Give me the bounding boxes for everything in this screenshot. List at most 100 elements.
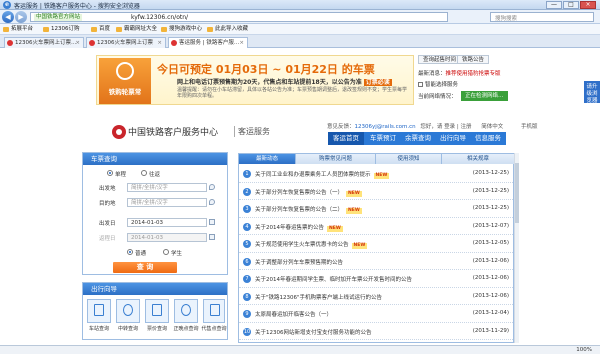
location-pin-icon[interactable]: [209, 199, 215, 205]
calendar-icon[interactable]: [209, 219, 215, 225]
promo-banner[interactable]: 铁购轮票常 今日可预定 01月03日 ~ 01月22日 的车票 网上和电话订票预…: [96, 55, 414, 105]
depart-date-input[interactable]: 2014-01-03: [127, 218, 207, 227]
tab-usage-notes[interactable]: 使用须知: [376, 154, 442, 164]
student-ticket-radio[interactable]: [163, 249, 169, 255]
favorite-item[interactable]: 搜狗游戏中心: [160, 25, 202, 34]
site-brand[interactable]: 中国铁路客户服务中心: [128, 125, 218, 138]
announcement-title-wrap[interactable]: 关于规范使用学生火车票优惠卡的公告 NEW: [255, 240, 368, 249]
announcement-title-wrap[interactable]: 关于12306网站新增支付宝支付服务功能的公告: [255, 328, 372, 336]
address-bar[interactable]: 中国铁路官方网站 kyfw.12306.cn/otn/: [30, 12, 448, 22]
agency-query-icon[interactable]: [203, 299, 225, 323]
search-placeholder: 搜狗搜索: [495, 16, 518, 22]
announcement-title-wrap[interactable]: 关于2014年春运期间学生票、临时加开车票公开发售时间的公告: [255, 275, 412, 283]
zoom-level[interactable]: 100%: [576, 347, 592, 353]
maximize-button[interactable]: □: [563, 1, 579, 9]
announcement-title-wrap[interactable]: 关于同工业业和办退票乘务工人员团体票的提示 NEW: [255, 170, 390, 179]
browser-tab[interactable]: 12306火车票网上订票 ×: [86, 37, 166, 48]
announcement-row[interactable]: 7 关于2014年春运期间学生票、临时加开车票公开发售时间的公告 (2013-12-…: [239, 272, 515, 288]
announcement-row[interactable]: 4 关于2014年春运售票的公告 NEW (2013-12-07): [239, 220, 515, 235]
oneway-radio[interactable]: [107, 170, 113, 176]
favorite-item[interactable]: 12306订购: [42, 25, 80, 34]
announcement-title[interactable]: 太原局春运加开临客公告（一）: [255, 312, 332, 318]
favorite-item[interactable]: 拓展平台: [2, 25, 33, 34]
announcement-row[interactable]: 6 关于调整部分列车车票预售期的公告 (2013-12-06): [239, 255, 515, 270]
announcement-title[interactable]: 关于2014年春运售票的公告: [255, 225, 324, 231]
tab-close-icon[interactable]: ×: [75, 38, 80, 48]
announcement-row[interactable]: 2 关于部分列车恢复售票的公告（一） NEW (2013-12-25): [239, 185, 515, 200]
favorite-item[interactable]: 霸霸网址大全: [115, 25, 157, 34]
return-date-input[interactable]: 2014-01-03: [127, 233, 207, 242]
announcement-title-wrap[interactable]: 太原局春运加开临客公告（一）: [255, 310, 332, 318]
announcement-title[interactable]: 关于2014年春运期间学生票、临时加开车票公开发售时间的公告: [255, 277, 412, 283]
announcement-title[interactable]: 关于12306网站新增支付宝支付服务功能的公告: [255, 330, 372, 336]
railway-notice-button[interactable]: 铁路公告: [457, 55, 490, 64]
window-title: 客运服务 | 铁路客户服务中心 - 搜狗安全浏览器: [14, 3, 140, 10]
tab-faq[interactable]: 购票常见问题: [296, 154, 376, 164]
transfer-query-icon[interactable]: [116, 299, 140, 323]
minimize-button[interactable]: —: [546, 1, 562, 9]
nav-travel-guide[interactable]: 出行向导: [435, 132, 471, 145]
tab-latest-news[interactable]: 最新动态: [239, 154, 296, 164]
back-button[interactable]: ◀: [2, 11, 14, 23]
tab-regulations[interactable]: 相关规章: [442, 154, 515, 164]
latest-news-link[interactable]: 推荐使用猎豹抢票专版: [446, 71, 501, 77]
delay-query-icon[interactable]: [174, 299, 198, 323]
tab-close-icon[interactable]: ×: [157, 38, 162, 48]
browser-search-input[interactable]: 搜狗搜索: [490, 12, 594, 22]
announcement-title[interactable]: 关于同工业业和办退票乘务工人员团体票的提示: [255, 172, 371, 178]
calendar-icon[interactable]: [209, 234, 215, 240]
close-window-button[interactable]: ×: [580, 1, 596, 9]
announcement-title-wrap[interactable]: 关于部分列车恢复售票的公告（二） NEW: [255, 205, 362, 214]
mobile-version-link[interactable]: 手机版: [521, 124, 538, 130]
announcement-row[interactable]: 5 关于规范使用学生火车票优惠卡的公告 NEW (2013-12-05): [239, 237, 515, 253]
return-radio[interactable]: [141, 170, 147, 176]
from-station-input[interactable]: 简拼/全拼/汉字: [127, 183, 207, 192]
address-url[interactable]: kyfw.12306.cn/otn/: [131, 14, 188, 21]
favorite-item[interactable]: 此此导入收藏: [206, 25, 248, 34]
tab-close-icon[interactable]: ×: [239, 38, 244, 48]
forward-button[interactable]: ▶: [15, 11, 27, 23]
announcement-title[interactable]: 关于部分列车恢复售票的公告（一）: [255, 190, 343, 196]
depart-date-label: 出发日: [99, 221, 116, 227]
nav-info-service[interactable]: 信息服务: [470, 132, 506, 145]
normal-ticket-label: 普通: [135, 251, 147, 257]
announcement-row[interactable]: 1 关于同工业业和办退票乘务工人员团体票的提示 NEW (2013-12-25): [239, 167, 515, 183]
checkbox-icon[interactable]: [418, 82, 423, 87]
banner-subtitle-text: 网上和电话订票预售期为20天，代售点和车站提前18天，以公告为准: [177, 79, 362, 86]
announcement-title-wrap[interactable]: 关于调整部分列车车票预售期的公告: [255, 258, 343, 266]
language-select[interactable]: 简体中文: [481, 124, 503, 130]
query-submit-button[interactable]: 查 询: [113, 262, 177, 273]
upgrade-browser-button[interactable]: 请升级浏览器: [584, 81, 600, 104]
normal-ticket-radio[interactable]: [127, 249, 133, 255]
must-read-link[interactable]: 订票必读: [363, 79, 392, 86]
announcement-row[interactable]: 9 太原局春运加开临客公告（一） (2013-12-04): [239, 307, 515, 323]
smart-service-option[interactable]: 智能选择服务: [418, 80, 458, 88]
favorite-item[interactable]: 百度: [90, 25, 110, 34]
browser-tab[interactable]: 12306火车票网上订票… ×: [4, 37, 84, 48]
nav-home[interactable]: 客运首页: [328, 132, 364, 145]
announcement-title[interactable]: 关于部分列车恢复售票的公告（二）: [255, 207, 343, 213]
to-station-input[interactable]: 简拼/全拼/汉字: [127, 198, 207, 207]
login-register-links[interactable]: 您好，请 登录 | 注册: [420, 124, 471, 130]
announcement-title[interactable]: 关于规范使用学生火车票优惠卡的公告: [255, 242, 349, 248]
fare-query-icon[interactable]: [145, 299, 169, 323]
nav-booking[interactable]: 车票预订: [365, 132, 401, 145]
announcement-title-wrap[interactable]: 关于2014年春运售票的公告 NEW: [255, 223, 343, 232]
feedback-email-link[interactable]: 12306yj@rails.com.cn: [355, 124, 416, 130]
announcement-title[interactable]: 关于调整部分列车车票预售期的公告: [255, 260, 343, 266]
announcement-title-wrap[interactable]: 关于"铁路12306"手机购票客户端上线试运行的公告: [255, 293, 382, 301]
sale-time-button[interactable]: 查询起售时间: [418, 55, 462, 64]
announcement-title[interactable]: 关于"铁路12306"手机购票客户端上线试运行的公告: [255, 295, 382, 301]
station-query-icon[interactable]: [87, 299, 111, 323]
nav-remaining-tickets[interactable]: 余票查询: [400, 132, 436, 145]
browser-tab-active[interactable]: 客运服务 | 铁路客户服… ×: [168, 37, 248, 48]
scrollbar-thumb[interactable]: [515, 163, 519, 223]
announcement-title-wrap[interactable]: 关于部分列车恢复售票的公告（一） NEW: [255, 188, 362, 197]
announcement-row[interactable]: 8 关于"铁路12306"手机购票客户端上线试运行的公告 (2013-12-06): [239, 290, 515, 305]
location-pin-icon[interactable]: [209, 184, 215, 190]
railway-logo-icon[interactable]: [112, 125, 126, 139]
announcement-row[interactable]: 3 关于部分列车恢复售票的公告（二） NEW (2013-12-25): [239, 202, 515, 218]
page-scrollbar[interactable]: [514, 153, 519, 343]
announcement-row[interactable]: 10 关于12306网站新增支付宝支付服务功能的公告 (2013-11-29): [239, 325, 515, 340]
network-check-button[interactable]: 正在检测网络…: [461, 91, 508, 101]
